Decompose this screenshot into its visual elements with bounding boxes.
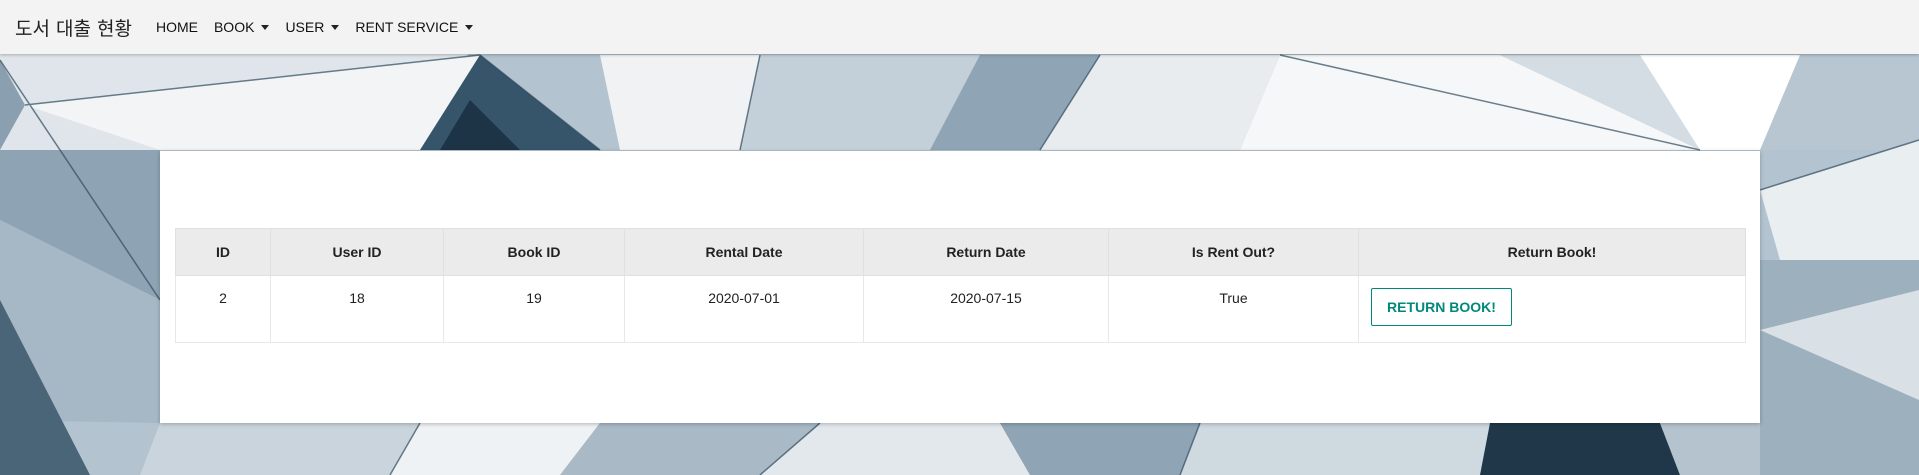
caret-down-icon	[465, 24, 474, 30]
nav-rent-service-label: RENT SERVICE	[355, 19, 459, 35]
cell-user-id: 18	[270, 275, 444, 343]
cell-id: 2	[175, 275, 271, 343]
nav-home[interactable]: HOME	[156, 19, 198, 35]
nav-user-label: USER	[285, 19, 325, 35]
header-id: ID	[175, 228, 271, 276]
nav-home-label: HOME	[155, 19, 198, 35]
header-user-id: User ID	[270, 228, 444, 276]
nav-rent-service-dropdown[interactable]: RENT SERVICE	[355, 19, 474, 35]
cell-return-date: 2020-07-15	[863, 275, 1109, 343]
header-rental-date: Rental Date	[624, 228, 864, 276]
cell-book-id: 19	[443, 275, 625, 343]
nav-book-label: BOOK	[213, 19, 255, 35]
header-is-rent-out: Is Rent Out?	[1108, 228, 1359, 276]
top-navbar: 도서 대출 현황 HOME BOOK USER RENT SERVICE	[0, 0, 1919, 54]
rental-status-card: ID User ID Book ID Rental Date Return Da…	[160, 151, 1760, 423]
cell-is-rent-out: True	[1108, 275, 1359, 343]
nav-user-dropdown[interactable]: USER	[285, 19, 340, 35]
brand-title[interactable]: 도서 대출 현황	[15, 14, 132, 41]
caret-down-icon	[261, 24, 270, 30]
header-return-book: Return Book!	[1358, 228, 1746, 276]
table-header-row: ID User ID Book ID Rental Date Return Da…	[175, 228, 1746, 276]
header-book-id: Book ID	[443, 228, 625, 276]
header-return-date: Return Date	[863, 228, 1109, 276]
return-book-button[interactable]: RETURN BOOK!	[1371, 288, 1512, 326]
cell-return-action: RETURN BOOK!	[1358, 275, 1746, 343]
nav-book-dropdown[interactable]: BOOK	[213, 19, 270, 35]
cell-rental-date: 2020-07-01	[624, 275, 864, 343]
rental-table: ID User ID Book ID Rental Date Return Da…	[175, 228, 1746, 343]
table-row: 2 18 19 2020-07-01 2020-07-15 True RETUR…	[175, 275, 1746, 343]
caret-down-icon	[331, 24, 340, 30]
